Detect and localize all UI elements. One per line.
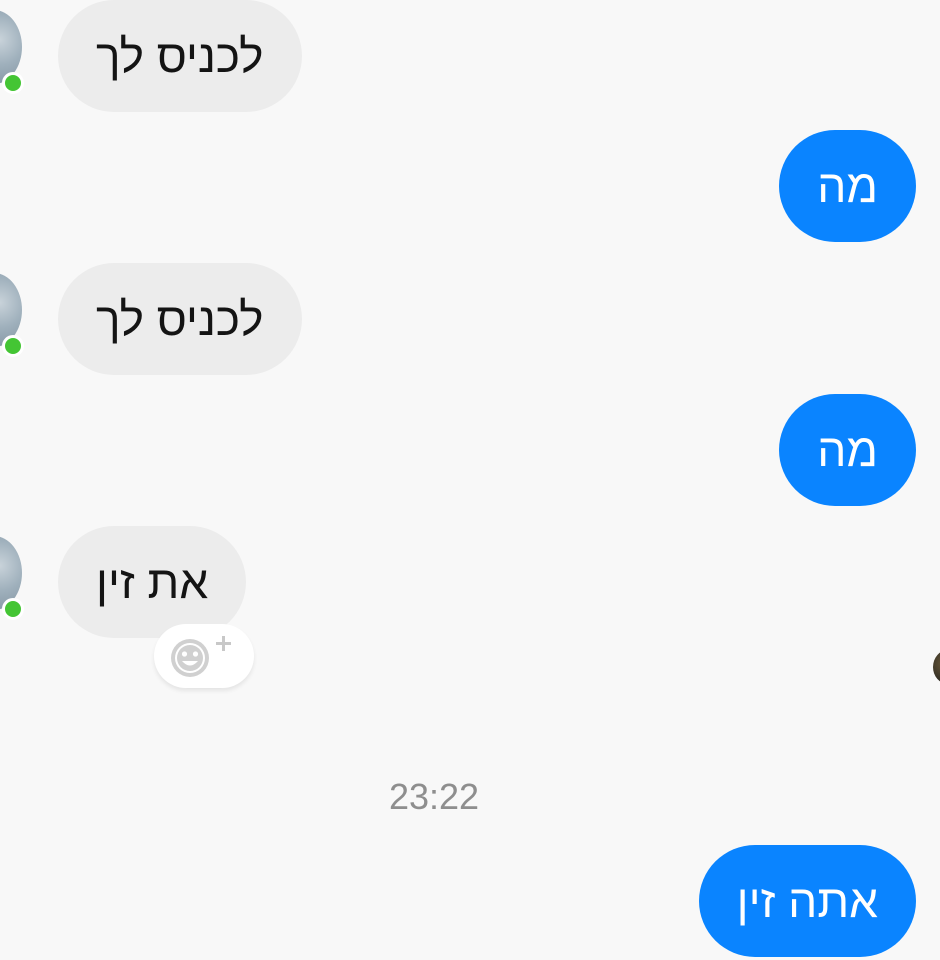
message-timestamp: 23:22 — [388, 776, 480, 817]
outgoing-message-bubble[interactable]: מה — [779, 394, 916, 506]
online-status-dot — [2, 598, 24, 620]
incoming-message-bubble[interactable]: את זין — [58, 526, 247, 638]
online-status-dot — [2, 72, 24, 94]
contact-avatar[interactable] — [0, 273, 24, 357]
online-status-dot — [2, 335, 24, 357]
outgoing-message-bubble[interactable]: אתה זין — [698, 845, 916, 957]
incoming-message-bubble[interactable]: לכניס לך — [58, 263, 302, 375]
outgoing-message-bubble[interactable]: מה — [779, 130, 916, 242]
add-reaction-smiley-icon — [171, 636, 231, 677]
add-reaction-button[interactable] — [154, 624, 254, 688]
contact-avatar[interactable] — [0, 536, 24, 620]
read-receipt-avatar — [933, 650, 940, 684]
incoming-message-bubble[interactable]: לכניס לך — [58, 0, 302, 112]
contact-avatar[interactable] — [0, 10, 24, 94]
